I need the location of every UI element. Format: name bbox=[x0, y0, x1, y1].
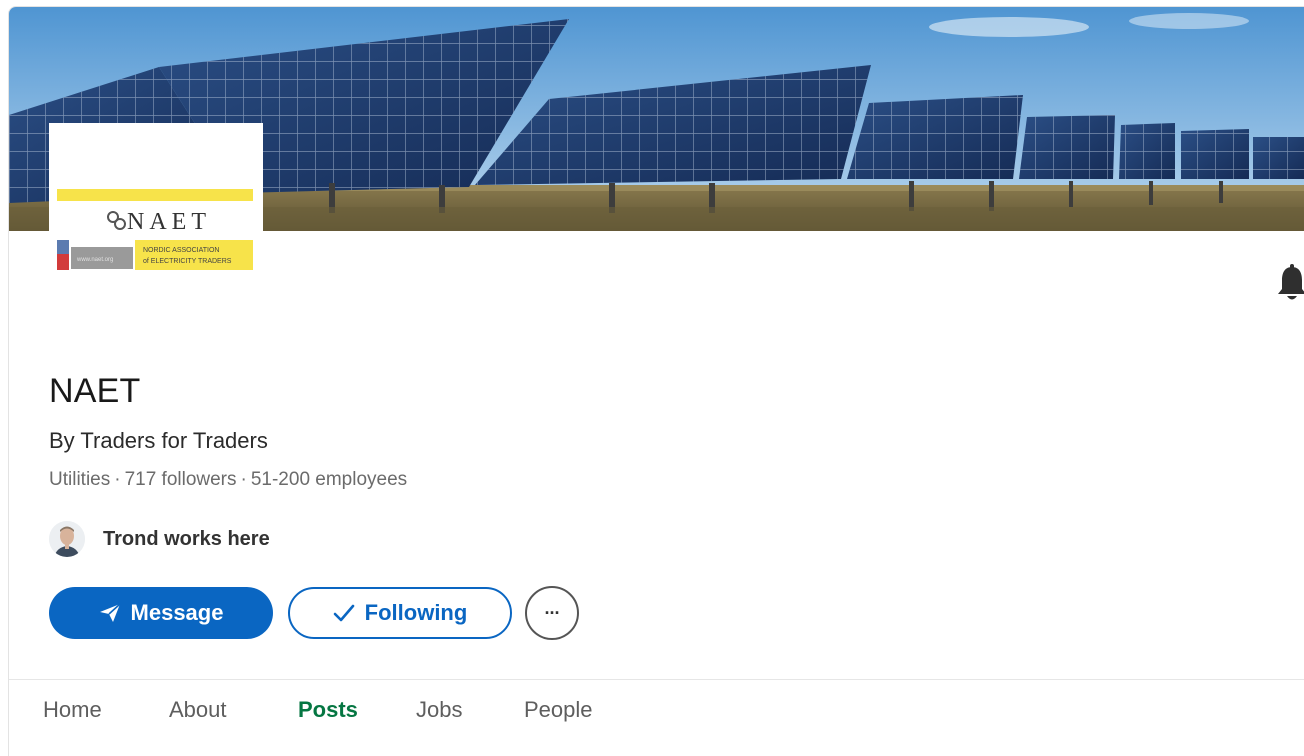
meta-separator: · bbox=[240, 469, 247, 490]
company-name: NAET bbox=[49, 372, 141, 410]
company-logo: NAET www.naet.org NORDIC ASSOCIATION of … bbox=[49, 123, 263, 278]
company-tagline: By Traders for Traders bbox=[49, 428, 268, 453]
following-label: Following bbox=[364, 600, 468, 625]
bell-icon[interactable] bbox=[1275, 263, 1304, 305]
logo-line2: of ELECTRICITY TRADERS bbox=[143, 258, 232, 265]
tab-jobs[interactable]: Jobs bbox=[416, 697, 462, 723]
company-meta: Utilities · 717 followers · 51-200 employees bbox=[49, 469, 407, 491]
tab-people[interactable]: People bbox=[524, 697, 593, 723]
ellipsis-icon: ··· bbox=[544, 603, 561, 623]
company-page-card: NAET www.naet.org NORDIC ASSOCIATION of … bbox=[8, 6, 1304, 756]
followers-count[interactable]: 717 followers bbox=[125, 469, 237, 490]
tab-posts[interactable]: Posts bbox=[298, 697, 358, 723]
tab-about[interactable]: About bbox=[169, 697, 227, 723]
send-icon bbox=[99, 603, 121, 623]
employees-count[interactable]: 51-200 employees bbox=[251, 469, 407, 490]
following-button[interactable]: Following bbox=[288, 587, 512, 639]
avatar bbox=[49, 521, 85, 557]
logo-line1: NORDIC ASSOCIATION bbox=[143, 247, 220, 254]
tabs-divider bbox=[9, 679, 1304, 680]
message-label: Message bbox=[130, 600, 224, 625]
more-options-button[interactable]: ··· bbox=[525, 586, 579, 640]
tab-home[interactable]: Home bbox=[43, 697, 102, 723]
industry-label: Utilities bbox=[49, 469, 111, 490]
connection-insight[interactable]: Trond works here bbox=[49, 519, 270, 559]
message-button[interactable]: Message bbox=[49, 587, 273, 639]
checkmark-icon bbox=[333, 603, 355, 623]
logo-wordmark: NAET bbox=[127, 209, 211, 235]
meta-separator: · bbox=[114, 469, 121, 490]
connection-text: Trond works here bbox=[103, 527, 270, 550]
logo-site: www.naet.org bbox=[76, 257, 113, 263]
